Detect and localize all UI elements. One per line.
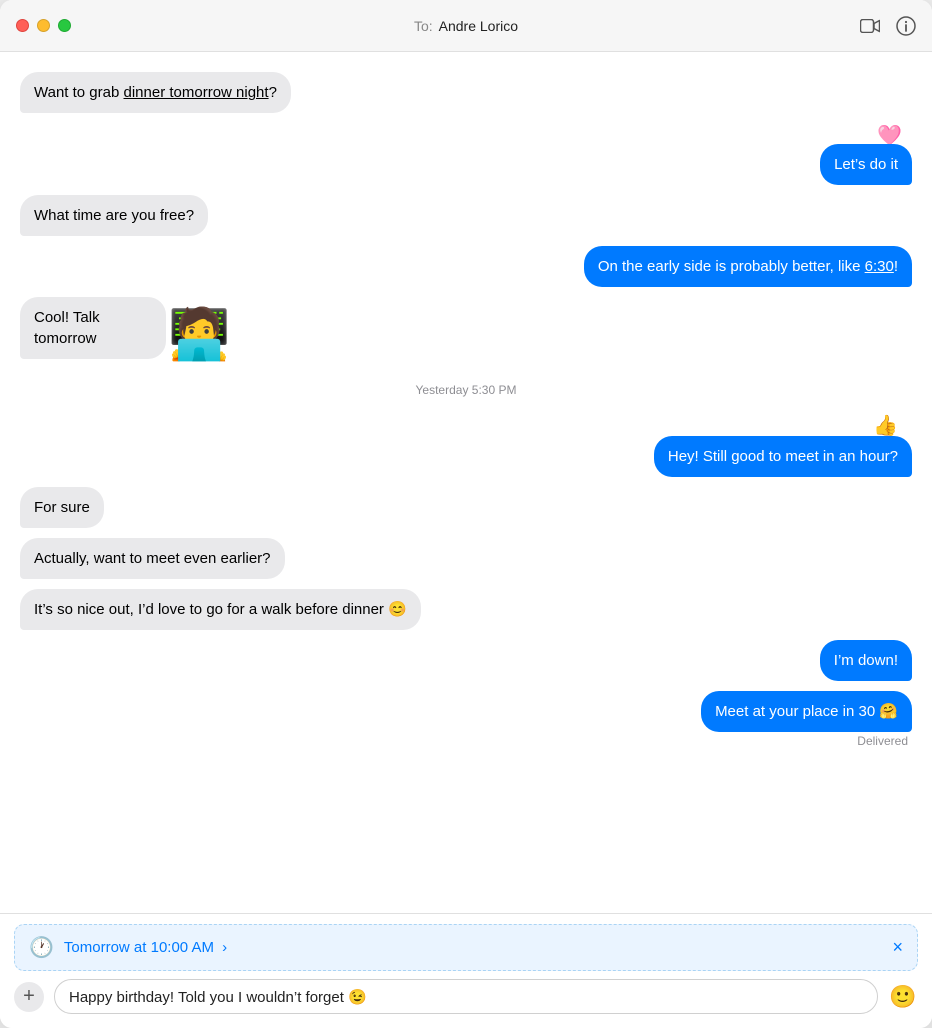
message-input[interactable] <box>54 979 878 1014</box>
messages-area: Want to grab dinner tomorrow night? 🩷 Le… <box>0 52 932 913</box>
bubble-2: Let’s do it <box>820 144 912 185</box>
bubble-7: For sure <box>20 487 104 528</box>
video-call-icon[interactable] <box>860 16 880 36</box>
bubble-10: I’m down! <box>820 640 912 681</box>
input-area: 🕐 Tomorrow at 10:00 AM › × + 🙂 <box>0 913 932 1028</box>
bubble-8: Actually, want to meet even earlier? <box>20 538 285 579</box>
bubble-11: Meet at your place in 30 🤗 <box>701 691 912 732</box>
contact-name: Andre Lorico <box>439 18 518 34</box>
message-row-7: For sure <box>20 487 912 528</box>
memoji-sticker: 🧑‍💻 <box>168 309 230 359</box>
message-row-9: It’s so nice out, I’d love to go for a w… <box>20 589 912 630</box>
close-button[interactable] <box>16 19 29 32</box>
message-row-1: Want to grab dinner tomorrow night? <box>20 72 912 113</box>
input-row: + 🙂 <box>14 979 918 1014</box>
message-row-2: 🩷 Let’s do it <box>20 123 912 185</box>
bubble-3: What time are you free? <box>20 195 208 236</box>
to-label: To: <box>414 18 433 34</box>
message-row-5: Cool! Talk tomorrow 🧑‍💻 <box>20 297 912 359</box>
titlebar-center: To: Andre Lorico <box>414 18 518 34</box>
traffic-lights <box>16 19 71 32</box>
message-row-6: 👍 Hey! Still good to meet in an hour? <box>20 413 912 477</box>
scheduled-banner: 🕐 Tomorrow at 10:00 AM › × <box>14 924 918 971</box>
bubble-4: On the early side is probably better, li… <box>584 246 912 287</box>
reaction-thumbsup: 👍 <box>873 413 898 438</box>
emoji-picker-button[interactable]: 🙂 <box>888 982 918 1012</box>
message-row-11: Meet at your place in 30 🤗 Delivered <box>20 691 912 748</box>
message-row-4: On the early side is probably better, li… <box>20 246 912 287</box>
delivered-status: Delivered <box>857 734 908 748</box>
scheduled-text: Tomorrow at 10:00 AM › <box>64 939 883 956</box>
scheduled-close-button[interactable]: × <box>892 937 903 958</box>
minimize-button[interactable] <box>37 19 50 32</box>
message-row-8: Actually, want to meet even earlier? <box>20 538 912 579</box>
add-attachment-button[interactable]: + <box>14 982 44 1012</box>
message-row-10: I’m down! <box>20 640 912 681</box>
timestamp-separator: Yesterday 5:30 PM <box>20 383 912 397</box>
bubble-1: Want to grab dinner tomorrow night? <box>20 72 291 113</box>
bubble-5: Cool! Talk tomorrow <box>20 297 166 359</box>
maximize-button[interactable] <box>58 19 71 32</box>
titlebar: To: Andre Lorico <box>0 0 932 52</box>
bubble-sticker-row: Cool! Talk tomorrow 🧑‍💻 <box>20 297 245 359</box>
scheduled-arrow-icon: › <box>222 939 227 956</box>
bubble-9: It’s so nice out, I’d love to go for a w… <box>20 589 421 630</box>
info-icon[interactable] <box>896 16 916 36</box>
titlebar-actions <box>860 16 916 36</box>
scheduled-clock-icon: 🕐 <box>29 935 54 960</box>
bubble-6: Hey! Still good to meet in an hour? <box>654 436 912 477</box>
message-row-3: What time are you free? <box>20 195 912 236</box>
messages-window: To: Andre Lorico Want to <box>0 0 932 1028</box>
